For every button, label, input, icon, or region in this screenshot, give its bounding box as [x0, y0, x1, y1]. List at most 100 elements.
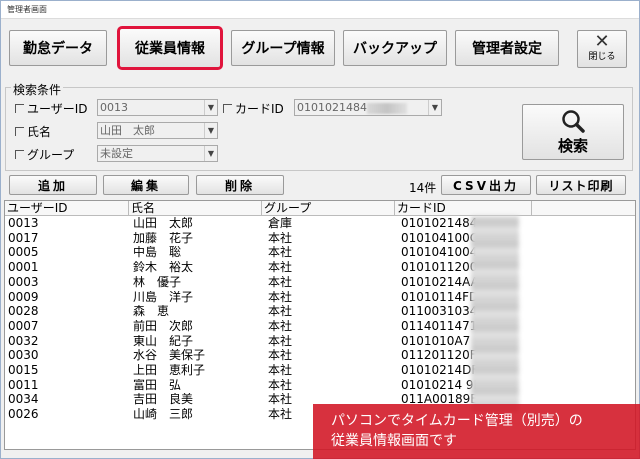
cell-name: 林 優子	[133, 275, 182, 289]
group-label: グループ	[27, 148, 75, 162]
cell-user-id: 0017	[8, 231, 39, 245]
card-id-label: カードID	[235, 102, 284, 116]
table-row[interactable]: 0028 森 恵本社 0110031034	[5, 305, 635, 318]
group-select[interactable]: 未設定 ▼	[97, 145, 218, 162]
redacted-mask	[367, 102, 407, 114]
cell-name: 上田 恵利子	[133, 364, 206, 377]
cell-user-id: 0030	[8, 349, 39, 363]
card-id-select[interactable]: 0101021484 ▼	[294, 99, 442, 116]
add-button[interactable]: 追加	[9, 175, 97, 195]
cell-group: 本社	[268, 305, 293, 319]
column-header-group[interactable]: グループ	[262, 201, 395, 216]
cell-name: 吉田 良美	[133, 393, 194, 407]
column-header-user-id[interactable]: ユーザーID	[5, 201, 129, 216]
table-row[interactable]: 0003 林 優子 本社 01010214AA	[5, 276, 635, 289]
cell-name: 中島 聡	[133, 246, 182, 260]
print-list-button[interactable]: リスト印刷	[536, 175, 626, 195]
redacted-card-ids	[471, 216, 519, 412]
cell-name: 山崎 三郎	[133, 408, 194, 422]
table-row[interactable]: 0032 東山 紀子 本社 0101010A7	[5, 335, 635, 348]
cell-name: 富田 弘	[133, 378, 182, 392]
cell-user-id: 0009	[8, 290, 39, 304]
cell-user-id: 0034	[8, 393, 39, 407]
cell-group: 本社	[268, 378, 293, 392]
cell-group: 本社	[268, 231, 293, 245]
cell-name: 加藤 花子	[133, 231, 194, 245]
cell-user-id: 0005	[8, 246, 39, 260]
cell-user-id: 0032	[8, 334, 39, 348]
name-checkbox[interactable]: 氏名	[15, 123, 51, 140]
cell-name: 水谷 美保子	[133, 349, 206, 363]
table-row[interactable]: 0001 鈴木 裕太 本社 0101011200	[5, 261, 635, 274]
name-value: 山田 太郎	[100, 124, 155, 137]
window-title: 管理者画面	[7, 5, 47, 14]
cell-group: 本社	[268, 364, 293, 377]
table-row[interactable]: 0009 川島 洋子 本社 01010114FD	[5, 291, 635, 304]
cell-name: 山田 太郎	[133, 217, 194, 230]
edit-button[interactable]: 編集	[103, 175, 189, 195]
cell-user-id: 0015	[8, 364, 39, 377]
cell-group: 本社	[268, 319, 293, 333]
column-header-card-id[interactable]: カードID	[395, 201, 532, 216]
checkbox-icon	[15, 104, 24, 113]
cell-group: 本社	[268, 261, 293, 275]
cell-name: 東山 紀子	[133, 334, 194, 348]
close-label: 閉じる	[588, 52, 616, 62]
group-value: 未設定	[100, 147, 133, 160]
table-row[interactable]: 0030 水谷 美保子 本社 011201120F	[5, 349, 635, 362]
main-toolbar: 勤怠データ 従業員情報 グループ情報 バックアップ 管理者設定 ✕ 閉じる	[1, 20, 639, 76]
csv-export-button[interactable]: CSV出力	[441, 175, 531, 195]
admin-settings-button[interactable]: 管理者設定	[455, 30, 559, 66]
cell-user-id: 0013	[8, 217, 39, 230]
cell-group: 本社	[268, 349, 293, 363]
checkbox-icon	[15, 150, 24, 159]
chevron-down-icon: ▼	[428, 100, 441, 115]
user-id-select[interactable]: 0013 ▼	[97, 99, 218, 116]
group-checkbox[interactable]: グループ	[15, 146, 74, 163]
caption-line-1: パソコンでタイムカード管理（別売）の	[331, 413, 583, 429]
close-button[interactable]: ✕ 閉じる	[577, 30, 627, 68]
table-row[interactable]: 0005 中島 聡本社 0101041004	[5, 246, 635, 259]
admin-window: 管理者画面 勤怠データ 従業員情報 グループ情報 バックアップ 管理者設定 ✕ …	[0, 0, 640, 459]
cell-group: 本社	[268, 275, 293, 289]
caption-line-2: 従業員情報画面です	[331, 433, 457, 449]
cell-name: 川島 洋子	[133, 290, 194, 304]
cell-user-id: 0007	[8, 319, 39, 333]
chevron-down-icon: ▼	[204, 146, 217, 161]
table-header: ユーザーID 氏名 グループ カードID	[5, 201, 635, 216]
card-id-value: 0101021484	[297, 101, 367, 114]
table-row[interactable]: 0011 富田 弘本社 01010214 9E	[5, 379, 635, 392]
employee-info-button[interactable]: 従業員情報	[117, 26, 223, 70]
backup-button[interactable]: バックアップ	[343, 30, 447, 66]
cell-group: 本社	[268, 290, 293, 304]
attendance-data-button[interactable]: 勤怠データ	[9, 30, 107, 66]
search-conditions-legend: 検索条件	[11, 81, 64, 98]
table-row[interactable]: 0007 前田 次郎 本社 0114011471	[5, 320, 635, 333]
title-bar: 管理者画面	[1, 1, 639, 19]
card-id-checkbox[interactable]: カードID	[223, 100, 284, 117]
record-count: 14件	[409, 181, 437, 195]
table-row[interactable]: 0015 上田 恵利子 本社 01010214DF	[5, 364, 635, 377]
search-icon	[562, 110, 585, 133]
name-select[interactable]: 山田 太郎 ▼	[97, 122, 218, 139]
table-row[interactable]: 0017 加藤 花子 本社 010104100C	[5, 232, 635, 245]
column-header-name[interactable]: 氏名	[129, 201, 262, 216]
cell-user-id: 0011	[8, 378, 39, 392]
cell-user-id: 0028	[8, 305, 39, 319]
search-button[interactable]: 検索	[522, 104, 624, 160]
name-label: 氏名	[27, 125, 52, 139]
checkbox-icon	[15, 127, 24, 136]
checkbox-icon	[223, 104, 232, 113]
cell-name: 鈴木 裕太	[133, 261, 194, 275]
close-icon: ✕	[594, 31, 610, 52]
group-info-button[interactable]: グループ情報	[231, 30, 335, 66]
cell-group: 倉庫	[268, 217, 293, 230]
cell-name: 前田 次郎	[133, 319, 194, 333]
user-id-value: 0013	[100, 101, 128, 114]
user-id-checkbox[interactable]: ユーザーID	[15, 100, 88, 117]
user-id-label: ユーザーID	[27, 102, 88, 116]
table-row[interactable]: 0013 山田 太郎 倉庫 0101021484	[5, 217, 635, 230]
chevron-down-icon: ▼	[204, 100, 217, 115]
search-button-label: 検索	[557, 137, 588, 155]
delete-button[interactable]: 削除	[196, 175, 284, 195]
